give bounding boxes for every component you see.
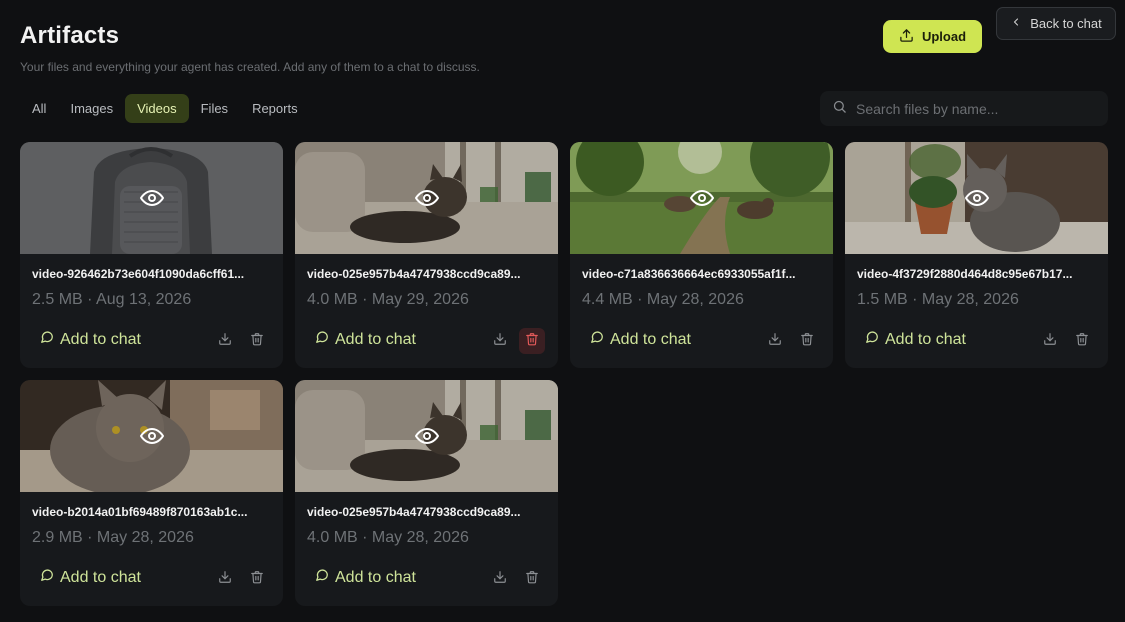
tab-all[interactable]: All xyxy=(20,94,58,123)
file-meta: 4.0 MB · May 29, 2026 xyxy=(307,291,469,308)
eye-icon[interactable] xyxy=(965,187,989,214)
download-icon xyxy=(768,332,782,351)
eye-icon[interactable] xyxy=(415,187,439,214)
delete-button[interactable] xyxy=(244,566,270,592)
download-button[interactable] xyxy=(212,566,238,592)
chat-bubble-icon xyxy=(40,330,54,349)
chat-bubble-icon xyxy=(315,330,329,349)
tab-label: Images xyxy=(70,101,114,116)
tab-videos[interactable]: Videos xyxy=(125,94,189,123)
add-to-chat-label: Add to chat xyxy=(60,568,141,586)
tab-files[interactable]: Files xyxy=(189,94,240,123)
file-meta: 4.4 MB · May 28, 2026 xyxy=(582,291,744,308)
back-to-chat-label: Back to chat xyxy=(1030,16,1102,31)
artifact-card[interactable]: video-025e957b4a4747938ccd9ca89... 4.0 M… xyxy=(295,142,558,368)
eye-icon[interactable] xyxy=(140,425,164,452)
chat-bubble-icon xyxy=(40,568,54,587)
eye-icon[interactable] xyxy=(690,187,714,214)
file-meta: 4.0 MB · May 28, 2026 xyxy=(307,529,469,546)
eye-icon[interactable] xyxy=(140,187,164,214)
download-button[interactable] xyxy=(762,328,788,354)
add-to-chat-label: Add to chat xyxy=(335,568,416,586)
filter-tabs: All Images Videos Files Reports xyxy=(20,94,310,123)
page-title: Artifacts xyxy=(20,22,120,49)
download-button[interactable] xyxy=(487,328,513,354)
upload-button[interactable]: Upload xyxy=(883,20,982,53)
add-to-chat-label: Add to chat xyxy=(885,330,966,348)
delete-button[interactable] xyxy=(794,328,820,354)
file-meta: 2.9 MB · May 28, 2026 xyxy=(32,529,194,546)
tab-reports[interactable]: Reports xyxy=(240,94,310,123)
artifact-card[interactable]: video-025e957b4a4747938ccd9ca89... 4.0 M… xyxy=(295,380,558,606)
trash-icon xyxy=(250,332,264,351)
artifact-card[interactable]: video-4f3729f2880d464d8c95e67b17... 1.5 … xyxy=(845,142,1108,368)
file-name: video-025e957b4a4747938ccd9ca89... xyxy=(307,505,521,519)
eye-icon[interactable] xyxy=(415,425,439,452)
trash-icon xyxy=(800,332,814,351)
file-name: video-4f3729f2880d464d8c95e67b17... xyxy=(857,267,1073,281)
tab-label: Videos xyxy=(137,101,177,116)
video-thumbnail[interactable] xyxy=(295,142,558,254)
add-to-chat-button[interactable]: Add to chat xyxy=(865,330,966,349)
file-name: video-b2014a01bf69489f870163ab1c... xyxy=(32,505,248,519)
upload-label: Upload xyxy=(921,29,967,44)
search-icon xyxy=(832,99,847,119)
chevron-left-icon xyxy=(1010,16,1022,31)
artifact-card[interactable]: video-c71a836636664ec6933055af1f... 4.4 … xyxy=(570,142,833,368)
download-button[interactable] xyxy=(212,328,238,354)
search-input[interactable] xyxy=(856,100,1096,117)
tab-label: Reports xyxy=(252,101,298,116)
file-meta: 2.5 MB · Aug 13, 2026 xyxy=(32,291,192,308)
upload-icon xyxy=(899,28,914,46)
file-name: video-926462b73e604f1090da6cff61... xyxy=(32,267,245,281)
search-box xyxy=(820,91,1108,126)
chat-bubble-icon xyxy=(315,568,329,587)
download-icon xyxy=(218,332,232,351)
download-icon xyxy=(218,570,232,589)
artifact-card[interactable]: video-b2014a01bf69489f870163ab1c... 2.9 … xyxy=(20,380,283,606)
page-header: Artifacts Your files and everything your… xyxy=(20,22,480,74)
download-icon xyxy=(1043,332,1057,351)
trash-icon xyxy=(525,570,539,589)
download-icon xyxy=(493,332,507,351)
video-thumbnail[interactable] xyxy=(295,380,558,492)
add-to-chat-button[interactable]: Add to chat xyxy=(590,330,691,349)
add-to-chat-button[interactable]: Add to chat xyxy=(315,330,416,349)
file-name: video-c71a836636664ec6933055af1f... xyxy=(582,267,796,281)
file-meta: 1.5 MB · May 28, 2026 xyxy=(857,291,1019,308)
chat-bubble-icon xyxy=(590,330,604,349)
chat-bubble-icon xyxy=(865,330,879,349)
video-thumbnail[interactable] xyxy=(20,380,283,492)
add-to-chat-button[interactable]: Add to chat xyxy=(40,568,141,587)
video-thumbnail[interactable] xyxy=(570,142,833,254)
delete-button[interactable] xyxy=(244,328,270,354)
add-to-chat-label: Add to chat xyxy=(610,330,691,348)
add-to-chat-button[interactable]: Add to chat xyxy=(315,568,416,587)
delete-button[interactable] xyxy=(519,566,545,592)
back-to-chat-button[interactable]: Back to chat xyxy=(996,7,1116,40)
page-subtitle: Your files and everything your agent has… xyxy=(20,60,480,74)
add-to-chat-label: Add to chat xyxy=(60,330,141,348)
trash-icon xyxy=(250,570,264,589)
file-name: video-025e957b4a4747938ccd9ca89... xyxy=(307,267,521,281)
delete-button[interactable] xyxy=(519,328,545,354)
tab-images[interactable]: Images xyxy=(58,94,125,123)
download-button[interactable] xyxy=(1037,328,1063,354)
delete-button[interactable] xyxy=(1069,328,1095,354)
artifact-card[interactable]: video-926462b73e604f1090da6cff61... 2.5 … xyxy=(20,142,283,368)
add-to-chat-label: Add to chat xyxy=(335,330,416,348)
video-thumbnail[interactable] xyxy=(845,142,1108,254)
trash-icon xyxy=(525,332,539,351)
trash-icon xyxy=(1075,332,1089,351)
download-icon xyxy=(493,570,507,589)
video-thumbnail[interactable] xyxy=(20,142,283,254)
tab-label: Files xyxy=(200,101,229,116)
add-to-chat-button[interactable]: Add to chat xyxy=(40,330,141,349)
download-button[interactable] xyxy=(487,566,513,592)
tab-label: All xyxy=(32,101,47,116)
